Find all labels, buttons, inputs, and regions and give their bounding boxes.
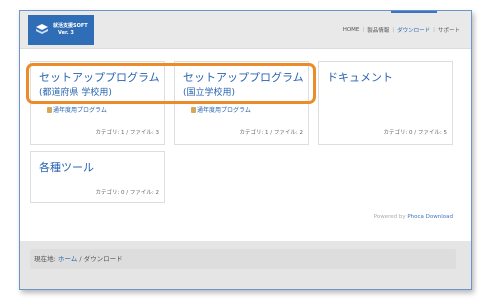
folder-icon xyxy=(191,107,196,113)
breadcrumb-separator: / xyxy=(79,255,82,263)
nav-active-indicator xyxy=(391,11,437,13)
category-title[interactable]: セットアッププログラム xyxy=(39,71,160,85)
site-logo[interactable]: 就活支援SOFT Ver. 3 xyxy=(28,15,94,45)
phoca-download-link[interactable]: Phoca Download xyxy=(407,214,453,220)
subcategory-link[interactable]: 通年度用プログラム xyxy=(53,107,107,115)
category-count: カテゴリ: 1 / ファイル: 2 xyxy=(239,130,303,136)
main-nav: HOME | 製品情報 | ダウンロード | サポート xyxy=(340,25,463,35)
nav-item-download[interactable]: ダウンロード xyxy=(394,26,433,34)
breadcrumb-home-link[interactable]: ホーム xyxy=(58,255,77,263)
category-card-tools[interactable]: 各種ツール カテゴリ: 0 / ファイル: 2 xyxy=(30,151,165,203)
folder-icon xyxy=(47,107,52,113)
category-count: カテゴリ: 1 / ファイル: 3 xyxy=(95,130,159,136)
breadcrumb-label: 現在地: xyxy=(34,255,56,263)
nav-item-home[interactable]: HOME xyxy=(340,27,363,33)
powered-by-label: Powered by xyxy=(373,214,406,220)
category-count: カテゴリ: 0 / ファイル: 5 xyxy=(383,130,447,136)
logo-name: 就活支援SOFT xyxy=(53,23,88,29)
breadcrumb-current: ダウンロード xyxy=(83,255,123,263)
category-title[interactable]: セットアッププログラム xyxy=(183,71,304,85)
browser-frame: 就活支援SOFT Ver. 3 HOME | 製品情報 | ダウンロード | サ… xyxy=(19,10,472,290)
nav-item-support[interactable]: サポート xyxy=(435,26,463,34)
category-subtitle[interactable]: (都道府県 学校用) xyxy=(39,87,112,99)
subcategory-link[interactable]: 通年度用プログラム xyxy=(197,107,251,115)
breadcrumb: 現在地: ホーム / ダウンロード xyxy=(30,249,456,269)
category-count: カテゴリ: 0 / ファイル: 2 xyxy=(95,190,159,196)
page-footer: 現在地: ホーム / ダウンロード xyxy=(20,241,471,289)
powered-by: Powered by Phoca Download xyxy=(374,214,453,220)
logo-version: Ver. 3 xyxy=(58,30,74,36)
site-header: 就活支援SOFT Ver. 3 HOME | 製品情報 | ダウンロード | サ… xyxy=(20,11,471,49)
category-card-setup-national[interactable]: セットアッププログラム (国立学校用) 通年度用プログラム カテゴリ: 1 / … xyxy=(174,61,309,145)
category-card-setup-prefectural[interactable]: セットアッププログラム (都道府県 学校用) 通年度用プログラム カテゴリ: 1… xyxy=(30,61,165,145)
category-title[interactable]: 各種ツール xyxy=(39,161,94,175)
logo-mark-icon xyxy=(36,24,48,34)
category-card-documents[interactable]: ドキュメント カテゴリ: 0 / ファイル: 5 xyxy=(318,61,453,145)
category-subtitle[interactable]: (国立学校用) xyxy=(183,87,235,99)
category-title[interactable]: ドキュメント xyxy=(327,71,393,85)
nav-item-products[interactable]: 製品情報 xyxy=(364,26,392,34)
